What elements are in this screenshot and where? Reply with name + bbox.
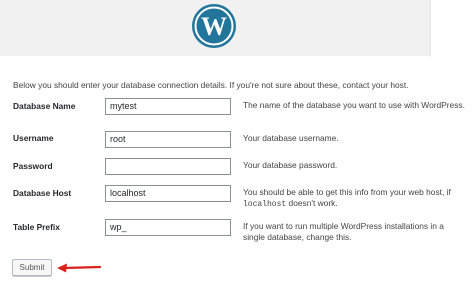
database-host-hint-tail: doesn't work. [286, 198, 338, 208]
intro-text: Below you should enter your database con… [13, 80, 409, 91]
svg-text:W: W [201, 12, 227, 41]
database-host-hint-text: You should be able to get this info from… [243, 187, 451, 197]
database-host-label: Database Host [13, 188, 72, 198]
database-host-input[interactable]: localhost [105, 185, 231, 202]
table-prefix-hint: If you want to run multiple WordPress in… [243, 221, 444, 242]
header-divider [0, 56, 430, 62]
table-prefix-input[interactable]: wp_ [105, 219, 231, 236]
database-name-input[interactable]: mytest [105, 98, 231, 115]
password-hint: Your database password. [243, 160, 338, 170]
username-input[interactable]: root [105, 131, 231, 148]
red-arrow-icon [57, 263, 102, 273]
database-host-hint: You should be able to get this info from… [243, 187, 468, 210]
localhost-code: localhost [243, 200, 287, 209]
username-label: Username [13, 133, 54, 143]
table-prefix-label: Table Prefix [13, 222, 60, 232]
submit-button[interactable]: Submit [12, 259, 52, 276]
password-input[interactable] [105, 158, 231, 175]
wordpress-logo-icon: W [192, 4, 236, 48]
database-name-hint: The name of the database you want to use… [243, 100, 465, 110]
database-name-label: Database Name [13, 101, 76, 111]
username-hint: Your database username. [243, 133, 339, 143]
password-label: Password [13, 161, 53, 171]
page-header: W [0, 0, 431, 57]
